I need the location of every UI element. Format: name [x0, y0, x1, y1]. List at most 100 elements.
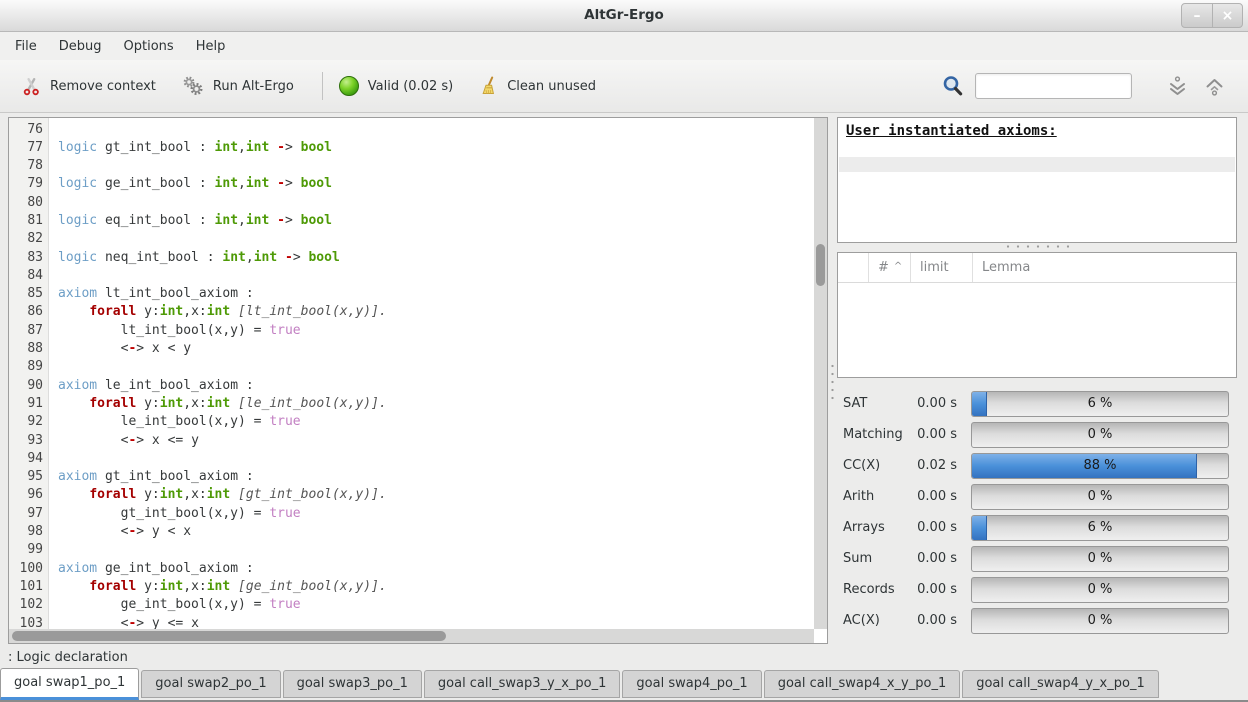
code-line: logic ge_int_bool : int,int -> bool	[50, 175, 814, 193]
tab-goal-swap1_po_1[interactable]: goal swap1_po_1	[0, 668, 139, 700]
stat-label: Arrays	[843, 520, 911, 535]
gears-icon	[182, 75, 204, 97]
progress-text: 0 %	[972, 547, 1228, 571]
code-line: ge_int_bool(x,y) = true	[50, 596, 814, 614]
close-icon: ×	[1222, 9, 1234, 23]
tab-goal-call_swap4_x_y_po_1[interactable]: goal call_swap4_x_y_po_1	[764, 670, 961, 698]
line-number: 96	[9, 486, 48, 504]
axioms-selected-row[interactable]	[839, 157, 1235, 172]
close-button[interactable]: ×	[1212, 4, 1242, 27]
lemma-column-spacer[interactable]	[838, 253, 869, 282]
line-number: 103	[9, 615, 48, 629]
progress-bar: 0 %	[971, 577, 1229, 603]
stat-row-records: Records0.00 s0 %	[837, 574, 1237, 605]
line-number: 99	[9, 541, 48, 559]
lemma-column-Lemma[interactable]: Lemma	[973, 253, 1236, 282]
stat-label: CC(X)	[843, 458, 911, 473]
code-line: le_int_bool(x,y) = true	[50, 413, 814, 431]
line-number: 77	[9, 139, 48, 157]
menu-item-help[interactable]: Help	[185, 35, 237, 58]
window-title: AltGr-Ergo	[0, 7, 1248, 23]
tab-goal-swap2_po_1[interactable]: goal swap2_po_1	[141, 670, 280, 698]
panel-splitter-handle[interactable]	[829, 361, 836, 403]
minimize-icon: –	[1194, 9, 1201, 23]
code-line	[50, 450, 814, 468]
tab-goal-call_swap3_y_x_po_1[interactable]: goal call_swap3_y_x_po_1	[424, 670, 621, 698]
line-number: 76	[9, 121, 48, 139]
code-line	[50, 230, 814, 248]
status-bar: : Logic declaration	[8, 647, 128, 667]
stat-time: 0.00 s	[911, 489, 957, 504]
progress-bar: 6 %	[971, 515, 1229, 541]
progress-bar: 0 %	[971, 608, 1229, 634]
valid-status-label: Valid (0.02 s)	[368, 79, 453, 94]
valid-status-icon	[339, 76, 359, 96]
menu-item-file[interactable]: File	[4, 35, 48, 58]
code-line	[50, 194, 814, 212]
line-number: 78	[9, 157, 48, 175]
stat-time: 0.00 s	[911, 582, 957, 597]
minimize-button[interactable]: –	[1182, 4, 1212, 27]
code-line: axiom gt_int_bool_axiom :	[50, 468, 814, 486]
instantiated-axioms-panel: User instantiated axioms:	[837, 117, 1237, 243]
stat-time: 0.00 s	[911, 551, 957, 566]
run-alt-ergo-label: Run Alt-Ergo	[213, 79, 294, 94]
code-line: <-> y < x	[50, 523, 814, 541]
solver-status: Valid (0.02 s)	[339, 76, 453, 96]
go-down-icon[interactable]	[1166, 75, 1189, 98]
lemma-column-limit[interactable]: limit	[911, 253, 973, 282]
line-number: 100	[9, 560, 48, 578]
axioms-panel-title: User instantiated axioms:	[838, 118, 1236, 144]
remove-context-button[interactable]: Remove context	[22, 77, 156, 96]
sort-ascending-icon: ^	[894, 261, 902, 272]
line-number: 97	[9, 505, 48, 523]
go-up-icon[interactable]	[1203, 75, 1226, 98]
code-line: gt_int_bool(x,y) = true	[50, 505, 814, 523]
menu-item-options[interactable]: Options	[113, 35, 185, 58]
code-area[interactable]: logic le_int_bool : int,int -> boollogic…	[50, 118, 814, 629]
code-line: <-> x < y	[50, 340, 814, 358]
title-bar[interactable]: AltGr-Ergo – ×	[0, 0, 1248, 32]
line-number: 83	[9, 249, 48, 267]
vertical-scrollbar[interactable]	[814, 118, 827, 629]
horizontal-scrollbar[interactable]	[9, 629, 814, 643]
horizontal-scrollbar-thumb[interactable]	[12, 631, 446, 641]
stat-label: SAT	[843, 396, 911, 411]
window-controls: – ×	[1181, 3, 1243, 28]
stat-row-arrays: Arrays0.00 s 6 %	[837, 512, 1237, 543]
tab-goal-swap3_po_1[interactable]: goal swap3_po_1	[283, 670, 422, 698]
axioms-table-splitter-handle[interactable]	[1007, 243, 1069, 250]
lemma-column-#[interactable]: #^	[869, 253, 911, 282]
stat-time: 0.02 s	[911, 458, 957, 473]
code-line: logic neq_int_bool : int,int -> bool	[50, 249, 814, 267]
code-editor[interactable]: 7677787980818283848586878889909192939495…	[8, 117, 828, 644]
stat-time: 0.00 s	[911, 520, 957, 535]
broom-icon	[479, 76, 498, 96]
toolbar-separator	[322, 72, 323, 100]
stat-row-sat: SAT0.00 s 6 %	[837, 388, 1237, 419]
code-line: logic eq_int_bool : int,int -> bool	[50, 212, 814, 230]
tab-goal-swap4_po_1[interactable]: goal swap4_po_1	[622, 670, 761, 698]
clean-unused-button[interactable]: Clean unused	[479, 76, 596, 96]
menu-item-debug[interactable]: Debug	[48, 35, 113, 58]
run-alt-ergo-button[interactable]: Run Alt-Ergo	[182, 75, 294, 97]
stat-time: 0.00 s	[911, 396, 957, 411]
progress-text: 0 %	[972, 578, 1228, 602]
stat-label: Matching	[843, 427, 911, 442]
line-number: 91	[9, 395, 48, 413]
search-icon[interactable]	[941, 74, 965, 98]
code-line: <-> y <= x	[50, 615, 814, 629]
code-line: axiom le_int_bool_axiom :	[50, 377, 814, 395]
progress-bar: 6 %	[971, 391, 1229, 417]
scissors-icon	[22, 77, 41, 96]
stat-label: AC(X)	[843, 613, 911, 628]
line-number: 95	[9, 468, 48, 486]
code-line: lt_int_bool(x,y) = true	[50, 322, 814, 340]
line-number: 87	[9, 322, 48, 340]
vertical-scrollbar-thumb[interactable]	[816, 244, 825, 286]
progress-bar: 88 %	[971, 453, 1229, 479]
lemma-table-header: #^limitLemma	[838, 253, 1236, 283]
search-input[interactable]	[975, 73, 1132, 99]
tab-goal-call_swap4_y_x_po_1[interactable]: goal call_swap4_y_x_po_1	[962, 670, 1159, 698]
stat-label: Arith	[843, 489, 911, 504]
